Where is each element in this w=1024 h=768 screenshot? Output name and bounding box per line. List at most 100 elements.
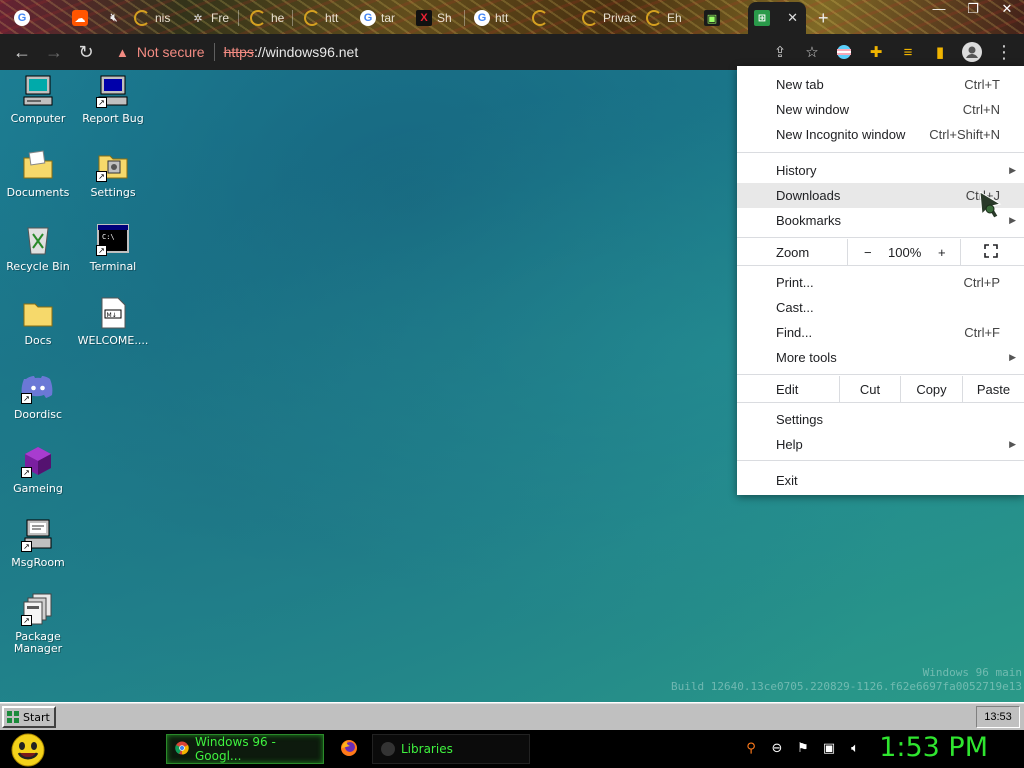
new-tab-icon[interactable]: + [818,8,829,29]
tab[interactable]: ▣ [698,4,738,32]
warning-icon[interactable]: ▲ [116,45,129,60]
menu-shortcut: Ctrl+P [963,275,1000,290]
app-icon: ▣ [704,10,720,26]
network-icon[interactable]: ▣ [820,738,838,758]
zoom-controls: − 100% + [847,239,961,265]
desktop-icon-gameing[interactable]: ↗ Gameing [0,444,76,495]
tab-title: htt [325,11,339,25]
tab[interactable]: htt [298,4,350,32]
action-center-flag-icon[interactable]: ⚑ [794,738,812,758]
tab[interactable]: G [8,4,38,32]
chrome-icon [175,741,189,758]
tab[interactable]: ✲ Fre [184,4,232,32]
menu-item-settings[interactable]: Settings [737,407,1024,432]
menu-item-help[interactable]: Help ▶ [737,432,1024,457]
copy-button[interactable]: Copy [900,376,962,402]
tab[interactable]: Privac [576,4,640,32]
tab-active[interactable]: ⊞ ✕ [748,2,806,34]
fullscreen-icon[interactable] [984,244,998,261]
taskbar-item-libraries[interactable]: Libraries [372,734,530,764]
menu-item-print[interactable]: Print... Ctrl+P [737,270,1024,295]
zoom-in-button[interactable]: + [938,245,946,260]
tab[interactable]: ☁ [66,4,96,32]
start-label: Start [23,710,50,724]
menu-item-new-incognito[interactable]: New Incognito window Ctrl+Shift+N [737,122,1024,147]
back-icon[interactable]: ← [6,36,38,68]
host-taskbar: Windows 96 - Googl... Libraries ⚲ ⊖ ⚑ ▣ … [0,730,1024,768]
media-playlist-icon[interactable]: ≡ [894,38,922,66]
desktop-icon-docs[interactable]: Docs [0,296,76,347]
volume-icon[interactable]: 🔈︎ [846,738,864,758]
smiley-start-icon[interactable] [10,732,46,768]
desktop-icon-documents[interactable]: Documents [0,148,76,199]
mouse-cursor-icon [978,190,1004,225]
tab[interactable]: G htt [468,4,522,32]
close-window-icon[interactable]: ✕ [990,0,1024,22]
reload-icon[interactable]: ↻ [70,36,102,68]
status-circle-icon[interactable]: ⊖ [768,738,786,758]
loading-icon [304,10,320,26]
forward-icon[interactable]: → [38,36,70,68]
menu-item-more-tools[interactable]: More tools ▶ [737,345,1024,370]
menu-item-find[interactable]: Find... Ctrl+F [737,320,1024,345]
kebab-menu-icon[interactable]: ⋮ [990,38,1018,66]
tab[interactable]: nis [128,4,172,32]
loading-icon [646,10,662,26]
desktop-icon-report-bug[interactable]: ↗ Report Bug [75,74,151,125]
window-controls: — ❐ ✕ [922,0,1024,22]
tab[interactable]: G tar [354,4,408,32]
taskbar-item-firefox[interactable] [336,734,364,764]
search-icon[interactable]: ⚲ [742,738,760,758]
menu-item-new-window[interactable]: New window Ctrl+N [737,97,1024,122]
address-bar[interactable]: ▲ Not secure https ://windows96.net [108,38,828,66]
tab[interactable]: X Sh [410,4,462,32]
paste-button[interactable]: Paste [962,376,1024,402]
menu-item-exit[interactable]: Exit [737,468,1024,493]
desktop-icon-recycle-bin[interactable]: Recycle Bin [0,222,76,273]
desktop-icon-label: WELCOME.... [77,334,149,347]
tab[interactable]: Eh [640,4,694,32]
zoom-level: 100% [888,244,922,260]
extensions-puzzle-icon[interactable]: ✚ [862,38,890,66]
host-clock[interactable]: 1:53 PM [879,732,988,763]
menu-label: History [776,163,817,178]
close-tab-icon[interactable]: ✕ [787,10,798,26]
desktop-icon-msgroom[interactable]: ↗ MsgRoom [0,518,76,569]
share-icon[interactable]: ⇪ [766,38,794,66]
build-edition: Windows 96 main [922,666,1022,679]
desktop-icon-welcome[interactable]: M↓ WELCOME.... [75,296,151,347]
markdown-file-icon: M↓ [96,296,130,330]
security-indicator[interactable]: Not secure [137,44,205,60]
menu-label: Bookmarks [776,213,842,228]
desktop-icon-computer[interactable]: Computer [0,74,76,125]
menu-item-cast[interactable]: Cast... [737,295,1024,320]
tab[interactable]: he [244,4,288,32]
desktop-icon-doordisc[interactable]: ↗ Doordisc [0,370,76,421]
win96-clock[interactable]: 13:53 [976,706,1020,728]
profile-avatar-icon[interactable] [958,38,986,66]
restore-icon[interactable]: ❐ [956,0,990,22]
zoom-out-button[interactable]: − [864,245,872,260]
menu-label: Exit [776,473,798,488]
browser-toolbar: ← → ↻ ▲ Not secure https ://windows96.ne… [0,34,1024,70]
recycle-bin-icon [21,222,55,256]
extension-flag-icon[interactable] [830,38,858,66]
desktop-icon-terminal[interactable]: C:\ ↗ Terminal [75,222,151,273]
tab-title: htt [495,11,509,25]
cut-button[interactable]: Cut [839,376,900,402]
desktop-icon-settings[interactable]: ↗ Settings [75,148,151,199]
win96-start-button[interactable]: Start [2,706,56,728]
bookmark-star-icon[interactable]: ☆ [798,38,826,66]
menu-item-new-tab[interactable]: New tab Ctrl+T [737,72,1024,97]
side-panel-icon[interactable]: ▮ [926,38,954,66]
terminal-icon: C:\ ↗ [96,222,130,256]
menu-label: New window [776,102,849,117]
menu-shortcut: Ctrl+N [962,102,1000,117]
settings-folder-icon: ↗ [96,148,130,182]
desktop-icon-package-manager[interactable]: ↗ Package Manager [0,592,76,655]
menu-item-history[interactable]: History ▶ [737,158,1024,183]
tab-title: Sh [437,11,452,25]
taskbar-item-chrome[interactable]: Windows 96 - Googl... [166,734,324,764]
minimize-icon[interactable]: — [922,0,956,22]
tab[interactable] [526,4,576,32]
